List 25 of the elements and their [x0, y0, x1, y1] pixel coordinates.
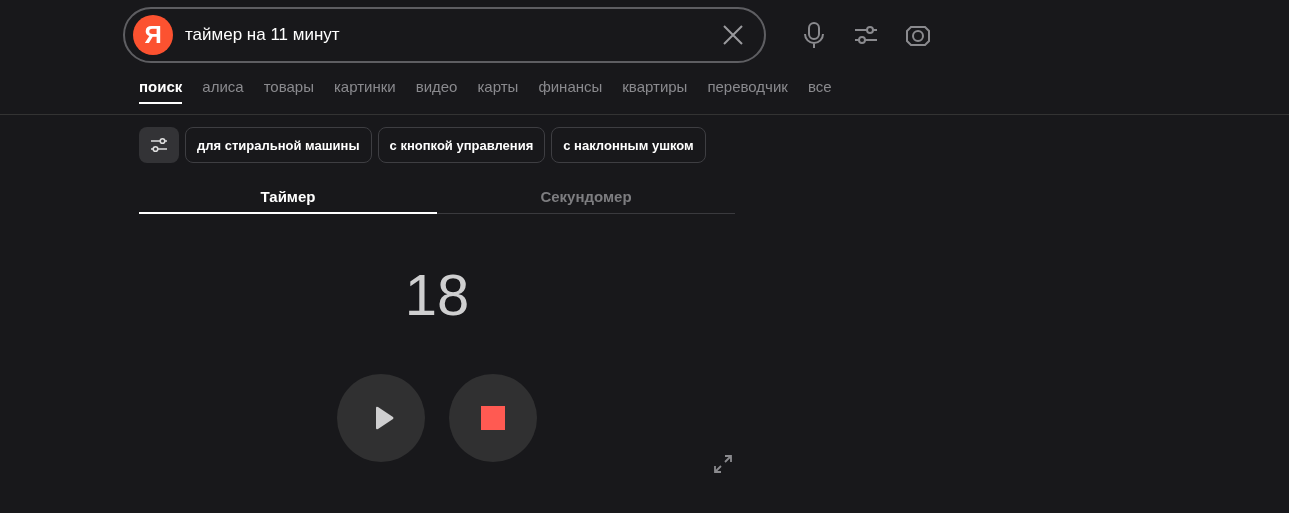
suggestion-chip[interactable]: для стиральной машины — [185, 127, 372, 163]
close-icon[interactable] — [722, 24, 744, 46]
nav-tab[interactable]: финансы — [538, 70, 603, 104]
nav-tab[interactable]: поиск — [139, 70, 183, 104]
stop-icon — [481, 406, 505, 430]
nav-tab[interactable]: товары — [263, 70, 314, 104]
sliders-icon — [150, 137, 168, 153]
filter-button[interactable] — [139, 127, 179, 163]
nav-tab[interactable]: карты — [477, 70, 519, 104]
timer-tab[interactable]: Таймер — [139, 175, 437, 214]
suggestion-chip[interactable]: с наклонным ушком — [551, 127, 706, 163]
timer-display: 18 — [403, 262, 471, 328]
search-bar[interactable]: Я таймер на 11 минут — [123, 7, 766, 63]
timer-tab[interactable]: Секундомер — [437, 175, 735, 214]
expand-icon[interactable] — [713, 454, 733, 474]
nav-tab[interactable]: квартиры — [622, 70, 688, 104]
nav-tab[interactable]: видео — [415, 70, 458, 104]
logo[interactable]: Я — [133, 15, 173, 55]
nav-tab[interactable]: все — [807, 70, 832, 104]
play-icon — [374, 406, 394, 430]
nav-tab[interactable]: переводчик — [707, 70, 788, 104]
nav-tab[interactable]: картинки — [333, 70, 396, 104]
suggestion-chip[interactable]: с кнопкой управления — [377, 127, 546, 163]
search-field[interactable]: таймер на 11 минут — [185, 25, 722, 45]
nav-tab[interactable]: алиса — [202, 70, 244, 104]
